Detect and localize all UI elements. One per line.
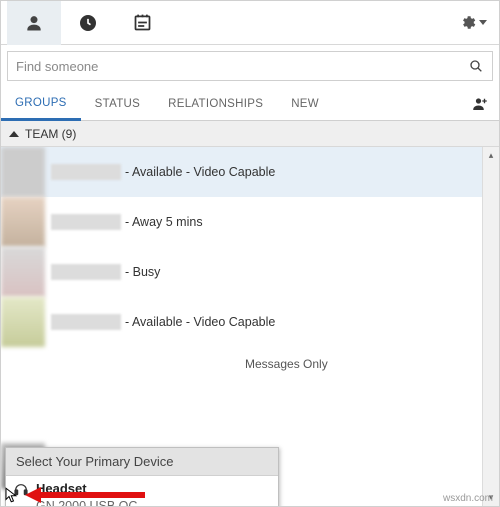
- person-icon: [24, 13, 44, 33]
- search-bar: [7, 51, 493, 81]
- annotation-arrow: [25, 488, 145, 502]
- contact-name-redacted: [51, 264, 121, 280]
- vertical-scrollbar[interactable]: ▴ ▾: [482, 147, 499, 506]
- contacts-tab-button[interactable]: [7, 1, 61, 45]
- scroll-up-button[interactable]: ▴: [483, 147, 499, 164]
- calendar-tab-button[interactable]: [115, 1, 169, 45]
- contact-status: - Available - Video Capable: [125, 165, 275, 179]
- settings-button[interactable]: [460, 14, 487, 31]
- avatar: [1, 147, 45, 197]
- top-toolbar: [1, 1, 499, 45]
- avatar: [1, 197, 45, 247]
- watermark: wsxdn.com: [443, 493, 493, 504]
- scroll-track[interactable]: [483, 164, 499, 489]
- tab-groups[interactable]: GROUPS: [1, 87, 81, 121]
- avatar: [1, 247, 45, 297]
- add-person-icon: [471, 95, 489, 113]
- popup-title: Select Your Primary Device: [6, 448, 278, 476]
- contact-status: - Away 5 mins: [125, 215, 203, 229]
- contact-status: - Available - Video Capable: [125, 315, 275, 329]
- contact-name-redacted: [51, 314, 121, 330]
- contacts-list: - Available - Video Capable - Away 5 min…: [1, 147, 499, 506]
- contact-row[interactable]: - Available - Video Capable: [1, 147, 482, 197]
- contact-row[interactable]: - Available - Video Capable: [1, 297, 482, 347]
- contact-row[interactable]: - Busy: [1, 247, 482, 297]
- search-input[interactable]: [16, 59, 468, 74]
- avatar: [1, 297, 45, 347]
- tab-status[interactable]: STATUS: [81, 87, 154, 121]
- mouse-cursor-icon: [3, 486, 21, 504]
- contact-name-redacted: [51, 164, 121, 180]
- contact-name-redacted: [51, 214, 121, 230]
- group-header-team[interactable]: TEAM (9): [1, 121, 499, 147]
- chevron-down-icon: [479, 20, 487, 25]
- contact-row[interactable]: - Away 5 mins: [1, 197, 482, 247]
- group-label: TEAM (9): [25, 127, 76, 141]
- calendar-notes-icon: [132, 12, 153, 33]
- add-contact-button[interactable]: [469, 93, 491, 115]
- filter-tabs: GROUPS STATUS RELATIONSHIPS NEW: [1, 87, 499, 121]
- gear-icon: [460, 14, 477, 31]
- contact-status: Messages Only: [245, 357, 375, 371]
- tab-new[interactable]: NEW: [277, 87, 333, 121]
- collapse-triangle-icon: [9, 131, 19, 137]
- tab-relationships[interactable]: RELATIONSHIPS: [154, 87, 277, 121]
- history-tab-button[interactable]: [61, 1, 115, 45]
- clock-icon: [78, 13, 98, 33]
- search-icon[interactable]: [468, 58, 484, 74]
- contact-status: - Busy: [125, 265, 160, 279]
